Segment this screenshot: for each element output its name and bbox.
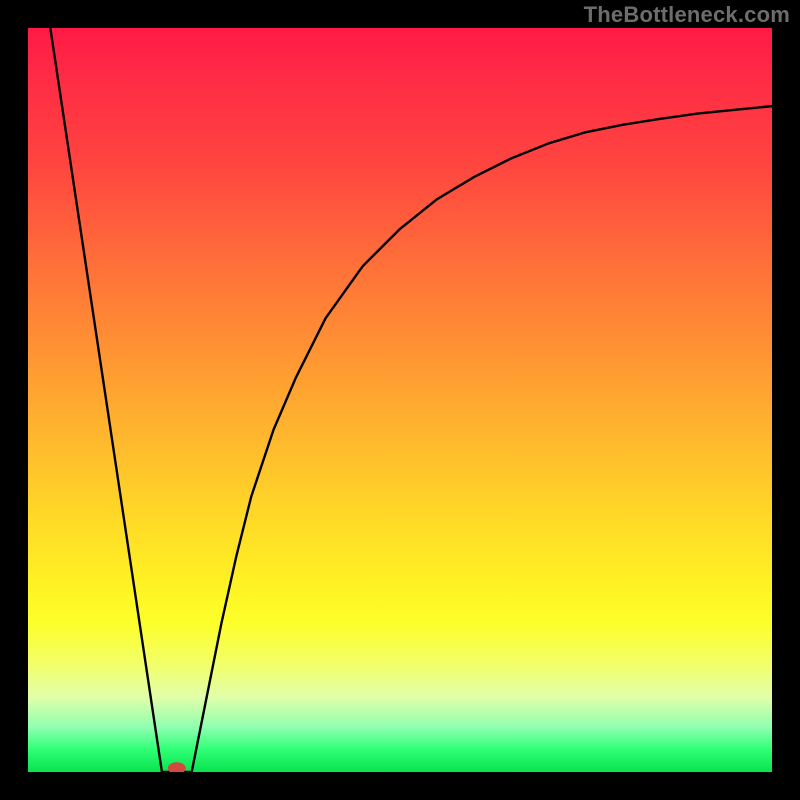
chart-frame: TheBottleneck.com: [0, 0, 800, 800]
curve-layer: [28, 28, 772, 772]
watermark-text: TheBottleneck.com: [584, 2, 790, 28]
plot-area: [28, 28, 772, 772]
curve-path: [50, 28, 772, 772]
minimum-marker: [168, 762, 186, 772]
